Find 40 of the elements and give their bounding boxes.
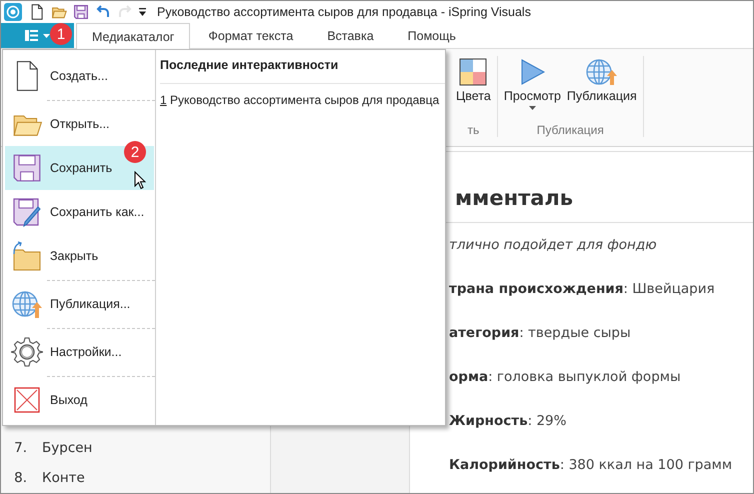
ribbon-button[interactable]: Цвета	[454, 56, 493, 123]
fact-text: орма: головка выпуклой формы	[449, 369, 681, 385]
group-label: ть	[468, 123, 480, 137]
section-heading: Последние интерактивности	[160, 58, 445, 84]
fact-text: Жирность: 29%	[449, 413, 566, 429]
group-label: Публикация	[536, 123, 604, 137]
gear-icon	[11, 336, 43, 368]
ribbon-tab[interactable]: Вставка	[311, 23, 390, 48]
list-icon	[25, 30, 38, 41]
fact-text: трана происхождения: Швейцария	[449, 281, 715, 297]
color-grid-icon	[459, 58, 488, 86]
undo-icon[interactable]	[95, 4, 111, 20]
ribbon-tab[interactable]: Формат текста	[192, 23, 310, 48]
ribbon-button[interactable]: Просмотр	[502, 56, 563, 123]
fact-text: атегория: твердые сыры	[449, 325, 631, 341]
fact-text: Калорийность: 380 ккал на 100 грамм	[449, 457, 732, 473]
caret-icon	[43, 34, 50, 38]
menu-item[interactable]: Выход	[5, 378, 154, 422]
list-number: 7.	[13, 440, 27, 456]
window-title: Руководство ассортимента сыров для продавца - iSpring Visuals	[157, 5, 531, 19]
note-text: тлично подойдет для фондю	[449, 237, 657, 253]
floppy-disk-pencil-icon	[11, 196, 43, 228]
ribbon-tab[interactable]: Помощь	[392, 23, 472, 48]
ribbon-tab[interactable]: Медиакаталог	[76, 23, 190, 49]
folder-arrow-icon	[11, 240, 43, 272]
ribbon-button[interactable]: Публикация	[564, 56, 639, 123]
globe-arrow-icon	[586, 58, 618, 86]
recent-file-link[interactable]: 1 Руководство ассортимента сыров для продавца	[160, 93, 441, 107]
menu-item[interactable]: Настройки...	[5, 330, 154, 374]
caret-icon	[528, 106, 536, 110]
menu-item[interactable]: Сохранить как...	[5, 190, 154, 234]
list-item[interactable]: Конте	[42, 470, 85, 486]
menu-item[interactable]: Создать...	[5, 54, 154, 98]
list-item[interactable]: Бурсен	[42, 440, 92, 456]
menu-item[interactable]: Закрыть	[5, 234, 154, 278]
menu-item[interactable]: Публикация...	[5, 282, 154, 326]
dropdown-caret-icon[interactable]	[139, 8, 146, 16]
cursor-icon	[134, 171, 146, 190]
list-number: 8.	[13, 470, 27, 486]
new-document-icon[interactable]	[29, 4, 45, 20]
